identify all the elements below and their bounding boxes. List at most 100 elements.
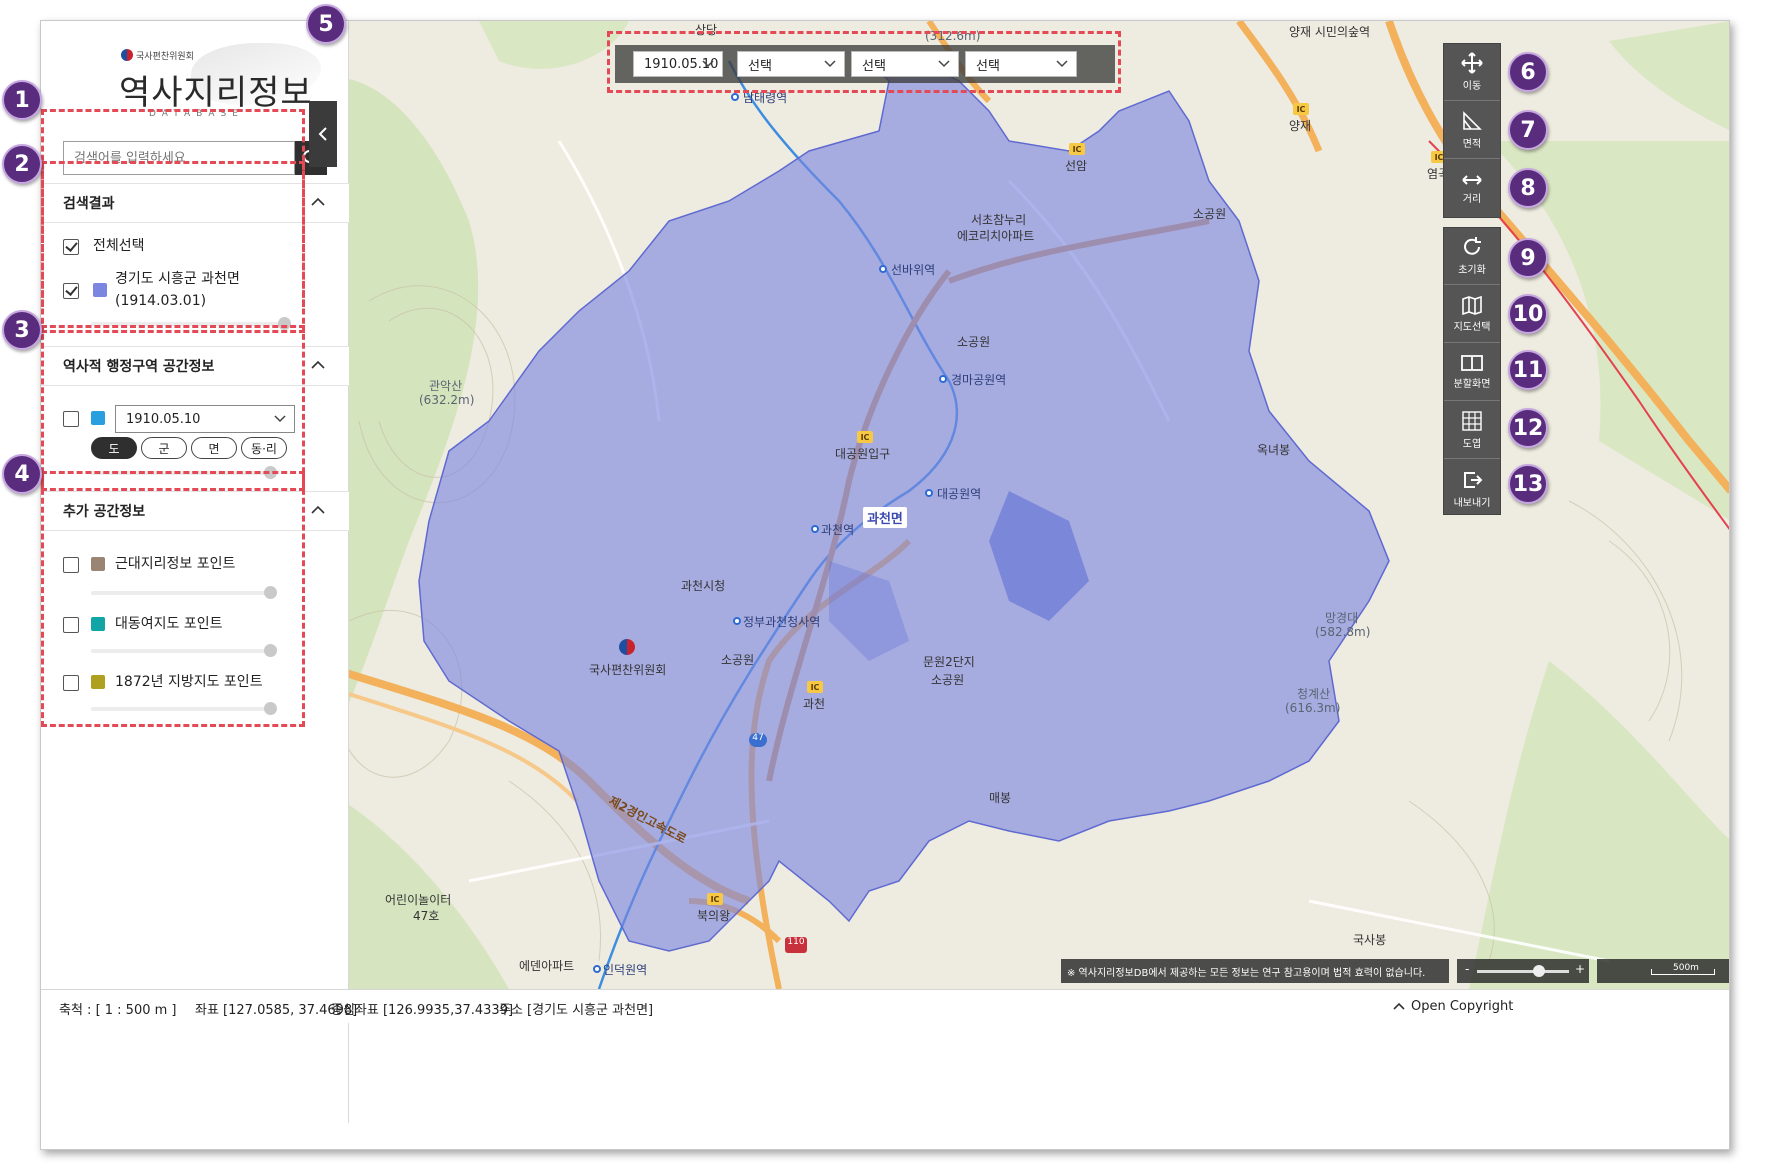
area-tool-button[interactable]: 면적 — [1444, 102, 1500, 159]
split-screen-button[interactable]: 분할화면 — [1444, 344, 1500, 401]
highlight-box-4 — [41, 471, 305, 727]
label-yangjaecitizen: 양재 시민의숲역 — [1289, 25, 1371, 39]
app-window: 남태령역 선바위역 경마공원역 IC 대공원입구 대공원역 과천면 과천역 과천… — [40, 20, 1730, 1150]
label-jeongbu: 정부과천청사역 — [743, 615, 821, 629]
badge-3: 3 — [2, 310, 42, 350]
zoom-out-icon[interactable]: - — [1465, 962, 1469, 976]
badge-10: 10 — [1508, 294, 1548, 334]
zoom-track[interactable] — [1477, 970, 1569, 973]
sheet-button[interactable]: 도엽 — [1444, 402, 1500, 459]
logo-title: 역사지리정보 — [119, 73, 313, 113]
label-sogongwon: 소공원 — [1193, 207, 1227, 221]
label-gwacheon-ic: 과천 — [803, 697, 826, 711]
station-marker — [925, 489, 933, 497]
label-seonam: 선암 — [1065, 159, 1088, 173]
region-polygon[interactable] — [309, 21, 1730, 989]
ic-marker: IC — [707, 893, 723, 905]
move-icon — [1461, 52, 1483, 74]
label-munwon: 문원2단지 — [923, 655, 975, 669]
label-gwanaksan-height: (632.2m) — [419, 393, 475, 407]
map-select-button[interactable]: 지도선택 — [1444, 286, 1500, 343]
distance-icon — [1462, 174, 1482, 185]
label-guksabong: 국사봉 — [1353, 933, 1387, 947]
highlight-box-5 — [607, 31, 1121, 93]
label-cheonggyesan: 청계산 — [1297, 687, 1331, 701]
sidebar-collapse-button[interactable] — [309, 101, 337, 167]
chevron-up-icon[interactable] — [1393, 1002, 1405, 1010]
status-center: 중심좌표 [126.9935,37.4339] — [331, 1003, 514, 1018]
logo-org: 국사편찬위원회 — [136, 52, 194, 62]
badge-13: 13 — [1508, 464, 1548, 504]
highlight-box-2 — [41, 161, 305, 333]
map-icon — [1462, 295, 1482, 315]
map-view[interactable]: 남태령역 선바위역 경마공원역 IC 대공원입구 대공원역 과천면 과천역 과천… — [309, 21, 1730, 989]
open-copyright-link[interactable]: Open Copyright — [1411, 999, 1513, 1014]
label-children: 어린이놀이터 — [385, 893, 452, 907]
highlight-box-3 — [41, 325, 305, 491]
region-label: 과천면 — [863, 507, 907, 528]
sidebar: 국사편찬위원회 역사지리정보 DATABASE 검색결과 전체선택 경기도 시흥… — [41, 21, 349, 1123]
label-okneobong: 옥녀봉 — [1257, 443, 1291, 457]
zoom-in-icon[interactable]: + — [1575, 962, 1585, 976]
label-gwacheonsicheong: 과천시청 — [681, 579, 726, 593]
sheet-label: 도엽 — [1462, 439, 1482, 450]
station-marker — [733, 617, 741, 625]
logo: 국사편찬위원회 역사지리정보 DATABASE — [41, 21, 349, 121]
badge-9: 9 — [1508, 238, 1548, 278]
chevron-up-icon[interactable] — [311, 505, 325, 514]
status-scale: 축척 : [ 1 : 500 m ] — [59, 1003, 177, 1018]
station-marker — [939, 375, 947, 383]
label-munwon-park: 소공원 — [931, 673, 965, 687]
badge-2: 2 — [2, 144, 42, 184]
label-gwacheonyeok: 과천역 — [821, 523, 855, 537]
disclaimer-notice: ※ 역사지리정보DB에서 제공하는 모든 정보는 연구 참고용이며 법적 효력이… — [1061, 959, 1449, 983]
export-label: 내보내기 — [1453, 497, 1491, 509]
badge-8: 8 — [1508, 168, 1548, 208]
label-seocho: 서초참누리 — [971, 213, 1027, 227]
split-screen-icon — [1461, 355, 1483, 371]
ic-marker: IC — [857, 431, 873, 443]
tool-group-view: 초기화 지도선택 분할화면 도엽 내보내기 — [1443, 227, 1501, 515]
label-daegongwonipgu: 대공원입구 — [835, 447, 891, 461]
label-maebong: 매봉 — [989, 791, 1012, 805]
label-bukuiwang: 북의왕 — [697, 909, 731, 923]
label-guksa: 국사편찬위원회 — [589, 663, 667, 677]
scale-label: 500m — [1673, 963, 1699, 973]
export-button[interactable]: 내보내기 — [1444, 460, 1500, 517]
move-tool-button[interactable]: 이동 — [1444, 44, 1500, 101]
badge-11: 11 — [1508, 350, 1548, 390]
label-seocho-apt: 에코리치아파트 — [957, 229, 1035, 243]
emblem-icon — [619, 639, 635, 655]
distance-tool-label: 거리 — [1462, 193, 1482, 205]
badge-1: 1 — [2, 80, 42, 120]
label-gyeongmapark: 경마공원역 — [951, 373, 1007, 387]
badge-5: 5 — [306, 4, 346, 44]
route-110-sign: 110 — [785, 937, 807, 953]
zoom-slider[interactable]: - + — [1457, 959, 1589, 983]
route-47-sign: 47 — [749, 733, 767, 747]
ic-marker: IC — [1069, 143, 1085, 155]
label-gwanaksan: 관악산 — [429, 379, 463, 393]
status-address: 주소 [경기도 시흥군 과천면] — [499, 1003, 654, 1018]
label-eden: 에덴아파트 — [519, 959, 575, 973]
label-sogongwon: 소공원 — [957, 335, 991, 349]
map-select-label: 지도선택 — [1453, 322, 1491, 333]
label-daegongwonyeok: 대공원역 — [937, 487, 982, 501]
ic-marker: IC — [807, 681, 823, 693]
label-sogongwon: 소공원 — [721, 653, 755, 667]
reset-button[interactable]: 초기화 — [1444, 228, 1500, 285]
split-screen-label: 분할화면 — [1453, 379, 1491, 390]
station-marker — [593, 965, 601, 973]
chevron-up-icon[interactable] — [311, 197, 325, 206]
zoom-handle[interactable] — [1533, 965, 1545, 977]
label-mangyeongdae-height: (582.8m) — [1315, 625, 1371, 639]
chevron-left-icon — [318, 127, 327, 141]
chevron-up-icon[interactable] — [311, 360, 325, 369]
ic-marker: IC — [1293, 103, 1309, 115]
distance-tool-button[interactable]: 거리 — [1444, 160, 1500, 217]
station-marker — [811, 525, 819, 533]
label-children-no: 47호 — [413, 909, 440, 923]
badge-6: 6 — [1508, 52, 1548, 92]
scale-bar: 500m — [1597, 959, 1729, 983]
reset-label: 초기화 — [1458, 265, 1486, 276]
